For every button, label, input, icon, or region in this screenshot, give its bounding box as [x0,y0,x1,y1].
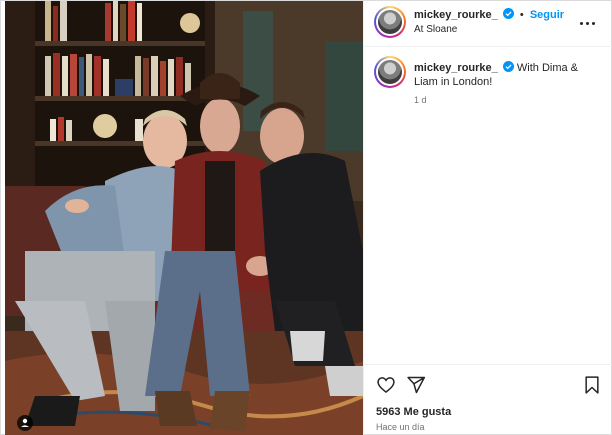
bookmark-icon[interactable] [582,375,602,395]
caption-avatar[interactable] [374,56,406,88]
user-tag-icon[interactable] [17,415,33,431]
caption-time[interactable]: 1 d [414,95,427,105]
separator-dot: • [519,9,524,21]
post-header: mickey_rourke_ • Seguir At Sloane [364,1,612,47]
post-dialog: mickey_rourke_ • Seguir At Sloane mickey… [0,0,612,435]
heart-icon[interactable] [376,375,396,395]
verified-badge-icon [502,8,514,19]
location-link[interactable]: At Sloane [414,24,457,35]
posted-time: Hace un día [376,422,425,432]
follow-button[interactable]: Seguir [530,9,564,21]
post-photo[interactable] [5,1,363,435]
photo-illustration [5,1,363,435]
post-actions: 5963 Me gusta Hace un día [364,364,612,435]
post-side-panel: mickey_rourke_ • Seguir At Sloane mickey… [363,1,612,435]
verified-badge-icon [502,61,514,72]
username-link[interactable]: mickey_rourke_ [414,9,498,21]
send-icon[interactable] [406,375,426,395]
more-options-icon[interactable] [580,12,602,25]
caption-username-link[interactable]: mickey_rourke_ [414,62,498,74]
avatar[interactable] [374,6,406,38]
likes-count[interactable]: 5963 Me gusta [376,406,451,418]
post-caption: mickey_rourke_ With Dima & Liam in Londo… [414,61,604,89]
header-line: mickey_rourke_ • Seguir [414,8,564,21]
